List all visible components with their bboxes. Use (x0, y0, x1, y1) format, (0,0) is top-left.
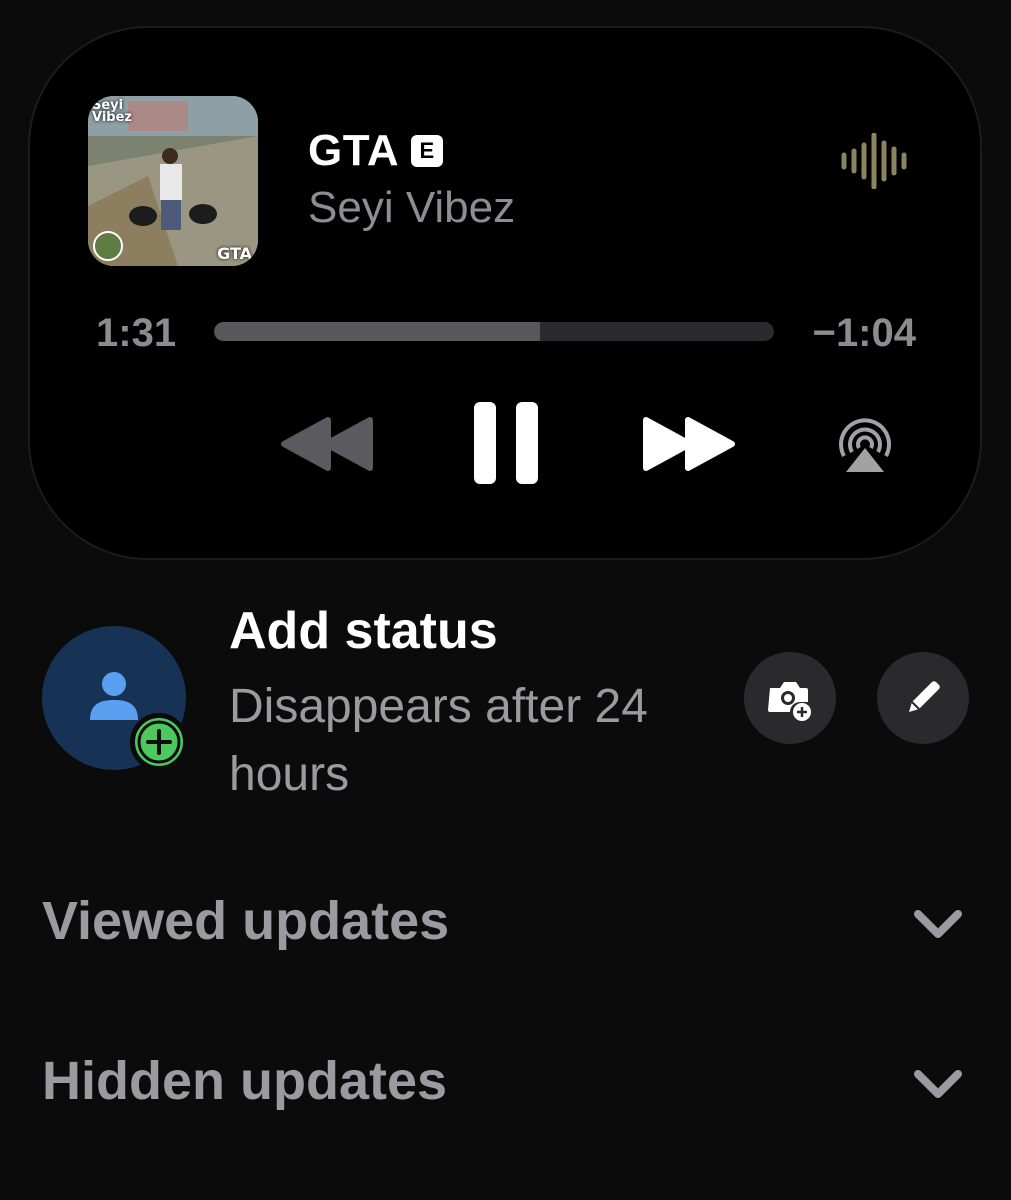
camera-button[interactable] (744, 652, 836, 744)
explicit-badge: E (411, 135, 444, 167)
fast-forward-icon[interactable] (640, 416, 736, 472)
track-artist[interactable]: Seyi Vibez (308, 183, 515, 233)
hidden-updates-section[interactable]: Hidden updates (42, 1050, 972, 1120)
progress-scrubber[interactable] (214, 322, 774, 341)
add-status-subtitle: Disappears after 24 hours (229, 680, 648, 801)
pause-icon[interactable] (470, 398, 542, 488)
add-status-badge[interactable] (130, 713, 188, 771)
track-title-row: GTA E (308, 126, 444, 176)
now-playing-card: Seyi Vibez GTA GTA E Seyi Vibez 1:31 −1:… (28, 26, 982, 560)
pencil-button[interactable] (877, 652, 969, 744)
camera-plus-icon (768, 682, 811, 721)
pencil-icon (909, 681, 940, 712)
elapsed-time: 1:31 (96, 311, 177, 355)
viewed-updates-label: Viewed updates (42, 891, 450, 951)
viewed-updates-section[interactable]: Viewed updates (42, 890, 972, 960)
artwork-text-bottom: GTA (217, 244, 252, 263)
person-icon (90, 672, 138, 720)
add-status-title[interactable]: Add status (229, 601, 498, 661)
waveform-icon (841, 133, 907, 189)
track-title: GTA (308, 126, 400, 175)
airplay-icon[interactable] (834, 418, 896, 474)
plus-icon (137, 720, 181, 764)
album-artwork[interactable]: Seyi Vibez GTA (88, 96, 258, 266)
artwork-text-top: Seyi Vibez (92, 98, 132, 125)
chevron-down-icon[interactable] (912, 908, 964, 942)
chevron-down-icon[interactable] (912, 1068, 964, 1102)
rewind-icon[interactable] (280, 416, 376, 472)
remaining-time: −1:04 (812, 311, 916, 355)
hidden-updates-label: Hidden updates (42, 1051, 448, 1111)
progress-fill (214, 322, 541, 341)
